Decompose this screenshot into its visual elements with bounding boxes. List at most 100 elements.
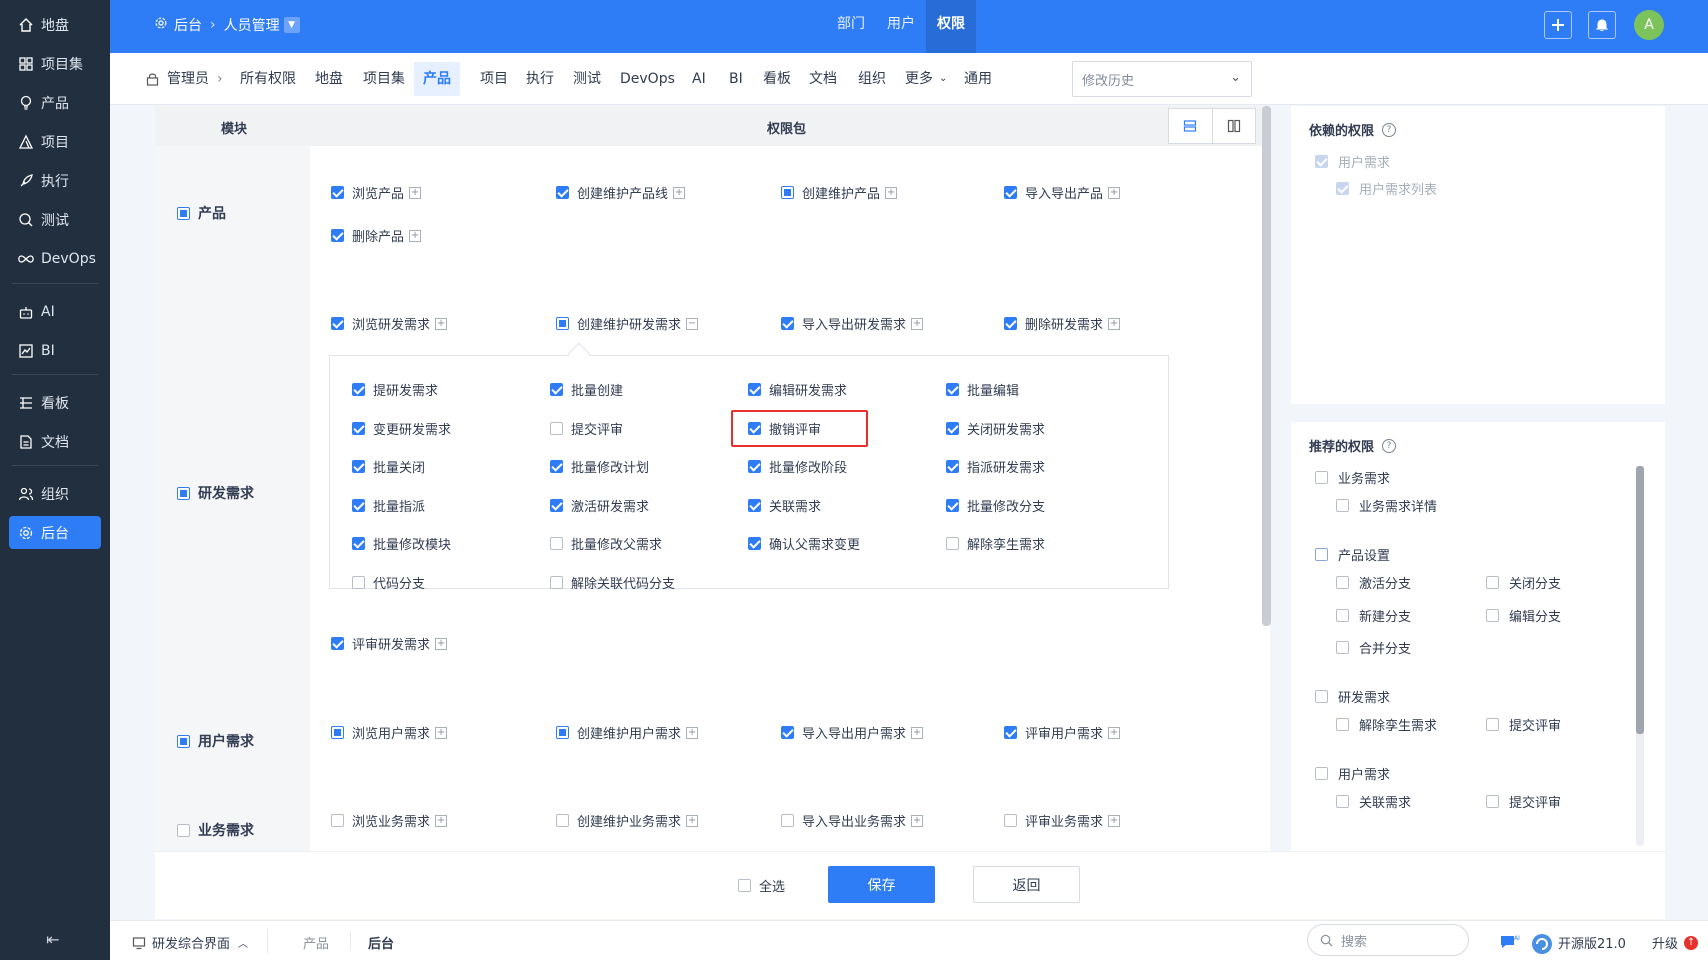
sidebar-item-doc[interactable]: 文档 (9, 425, 101, 458)
perm-item[interactable]: 创建维护产品线 + (556, 183, 686, 202)
expand-icon[interactable]: + (435, 726, 448, 739)
plus-icon[interactable] (1544, 11, 1572, 39)
tab-product[interactable]: 产品 (414, 62, 460, 96)
select-all-checkbox[interactable] (738, 879, 751, 892)
help-icon[interactable]: ? (1382, 122, 1397, 137)
expand-icon[interactable]: + (409, 229, 422, 242)
perm-checkbox[interactable] (748, 499, 761, 512)
expand-icon[interactable]: + (911, 814, 924, 827)
perm-checkbox[interactable] (331, 317, 344, 330)
expand-icon[interactable]: + (885, 186, 898, 199)
sidebar-item-bi[interactable]: BI (9, 334, 101, 367)
main-scrollbar[interactable] (1262, 106, 1271, 626)
sidebar-item-project[interactable]: 项目 (9, 125, 101, 158)
perm-item[interactable]: 删除研发需求 + (1004, 314, 1121, 333)
perm-item[interactable]: 评审用户需求 + (1004, 723, 1121, 742)
perm-checkbox[interactable] (781, 317, 794, 330)
sub-perm-item[interactable]: 批量指派 (352, 496, 425, 515)
expand-icon[interactable]: + (409, 186, 422, 199)
perm-checkbox[interactable] (1486, 609, 1499, 622)
perm-item[interactable]: 导入导出业务需求 + (781, 811, 924, 830)
recommend-group[interactable]: 用户需求 (1315, 764, 1390, 783)
collapse-icon[interactable]: − (686, 317, 699, 330)
sub-perm-item[interactable]: 代码分支 (352, 573, 425, 592)
tab-ai[interactable]: AI (683, 62, 715, 96)
recommend-item[interactable]: 编辑分支 (1486, 606, 1561, 625)
perm-item[interactable]: 创建维护产品 + (781, 183, 898, 202)
perm-item[interactable]: 浏览研发需求 + (331, 314, 448, 333)
perm-checkbox[interactable] (550, 576, 563, 589)
back-button[interactable]: 返回 (973, 866, 1080, 903)
sub-perm-item[interactable]: 批量编辑 (946, 380, 1019, 399)
sub-perm-item[interactable]: 关闭研发需求 (946, 419, 1045, 438)
recommend-item[interactable]: 激活分支 (1336, 573, 1411, 592)
tab-dept[interactable]: 部门 (826, 0, 876, 53)
tab-bi[interactable]: BI (720, 62, 752, 96)
tab-kanban[interactable]: 看板 (754, 62, 800, 96)
search-input[interactable]: 搜索 (1307, 924, 1469, 956)
sub-perm-item[interactable]: 提交评审 (550, 419, 623, 438)
perm-checkbox[interactable] (1486, 718, 1499, 731)
perm-checkbox[interactable] (352, 460, 365, 473)
perm-checkbox[interactable] (1486, 576, 1499, 589)
chevron-down-icon[interactable]: ▼ (283, 17, 300, 33)
recommend-item[interactable]: 合并分支 (1336, 638, 1411, 657)
perm-checkbox[interactable] (352, 499, 365, 512)
expand-icon[interactable]: + (435, 637, 448, 650)
history-select[interactable]: 修改历史 ⌄ (1072, 61, 1252, 97)
perm-checkbox[interactable] (946, 460, 959, 473)
perm-checkbox[interactable] (550, 499, 563, 512)
perm-checkbox[interactable] (1315, 690, 1328, 703)
perm-checkbox[interactable] (1004, 726, 1017, 739)
sub-perm-item[interactable]: 激活研发需求 (550, 496, 649, 515)
perm-item[interactable]: 浏览用户需求 + (331, 723, 448, 742)
sub-perm-item[interactable]: 批量创建 (550, 380, 623, 399)
sub-perm-item[interactable]: 指派研发需求 (946, 457, 1045, 476)
tab-more[interactable]: 更多 ⌄ (896, 62, 956, 96)
perm-checkbox[interactable] (1336, 609, 1349, 622)
expand-icon[interactable]: + (1108, 186, 1121, 199)
avatar[interactable]: A (1634, 10, 1664, 40)
sidebar-item-program[interactable]: 项目集 (9, 47, 101, 80)
sidebar-item-kanban[interactable]: 看板 (9, 386, 101, 419)
expand-icon[interactable]: + (435, 814, 448, 827)
recommend-group[interactable]: 产品设置 (1315, 545, 1390, 564)
bottom-crumb-product[interactable]: 产品 (303, 933, 329, 952)
module-epic[interactable]: 业务需求 (177, 820, 254, 840)
tab-doc[interactable]: 文档 (800, 62, 846, 96)
tab-my[interactable]: 地盘 (306, 62, 352, 96)
breadcrumb-current[interactable]: 人员管理 (224, 15, 280, 35)
recommend-scrollbar[interactable] (1636, 466, 1644, 734)
perm-checkbox[interactable] (1315, 767, 1328, 780)
perm-checkbox[interactable] (946, 383, 959, 396)
perm-checkbox[interactable] (1336, 718, 1349, 731)
recommend-group[interactable]: 研发需求 (1315, 687, 1390, 706)
perm-checkbox[interactable] (352, 537, 365, 550)
perm-checkbox[interactable] (1336, 795, 1349, 808)
tab-all-privileges[interactable]: 所有权限 (231, 62, 305, 96)
tab-privilege[interactable]: 权限 (926, 0, 976, 53)
expand-icon[interactable]: + (686, 814, 699, 827)
perm-item[interactable]: 评审业务需求 + (1004, 811, 1121, 830)
help-icon[interactable]: ? (1382, 438, 1397, 453)
sub-perm-item[interactable]: 批量修改分支 (946, 496, 1045, 515)
chat-icon[interactable]: AI (1499, 933, 1521, 951)
perm-item[interactable]: 创建维护研发需求 − (556, 314, 699, 333)
sub-perm-item[interactable]: 批量修改阶段 (748, 457, 847, 476)
perm-checkbox[interactable] (1315, 548, 1328, 561)
perm-checkbox[interactable] (748, 460, 761, 473)
perm-checkbox[interactable] (946, 537, 959, 550)
expand-icon[interactable]: + (435, 317, 448, 330)
view-switcher[interactable]: 研发综合界面 ︿ (132, 933, 248, 952)
perm-checkbox[interactable] (550, 383, 563, 396)
perm-checkbox[interactable] (352, 422, 365, 435)
perm-checkbox[interactable] (331, 186, 344, 199)
select-all[interactable]: 全选 (738, 876, 785, 895)
sub-perm-item[interactable]: 批量修改父需求 (550, 534, 662, 553)
perm-item[interactable]: 导入导出产品 + (1004, 183, 1121, 202)
recommend-group[interactable]: 业务需求 (1315, 468, 1390, 487)
sidebar-item-execution[interactable]: 执行 (9, 164, 101, 197)
perm-checkbox[interactable] (331, 814, 344, 827)
sidebar-item-ai[interactable]: AI (9, 295, 101, 328)
sidebar-item-org[interactable]: 组织 (9, 477, 101, 510)
